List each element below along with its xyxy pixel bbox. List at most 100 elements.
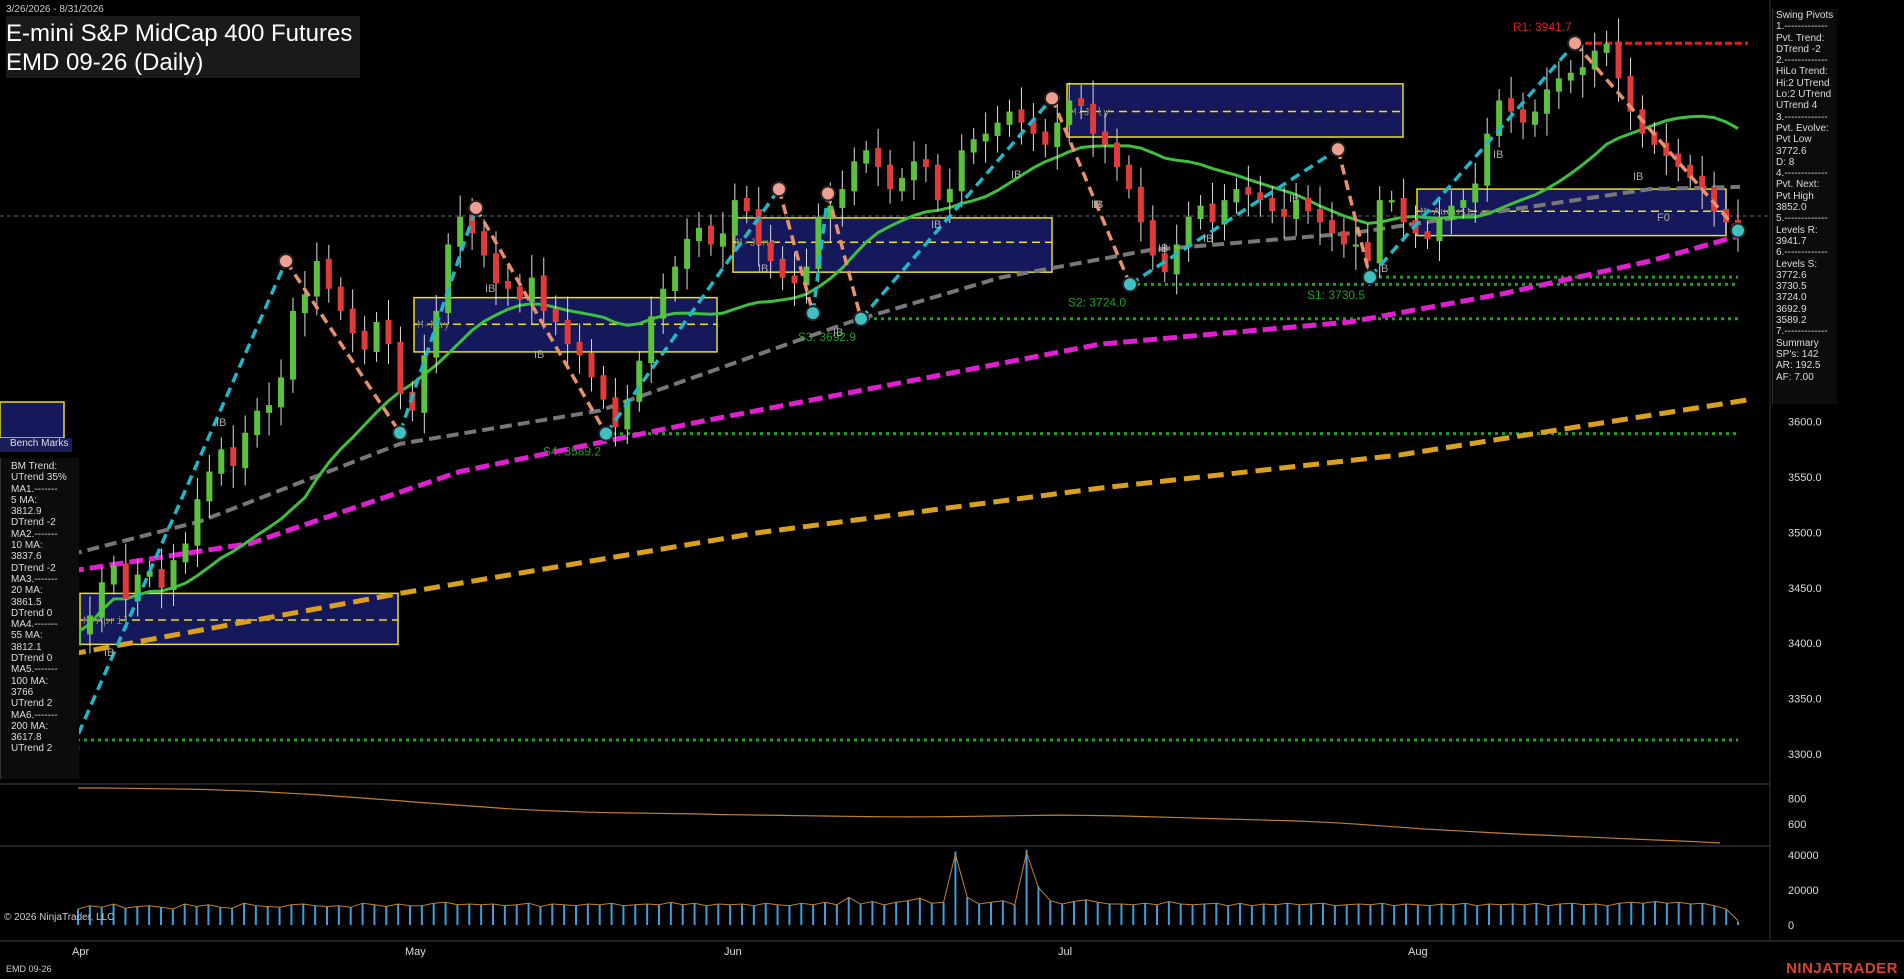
candle-body bbox=[373, 322, 380, 352]
swing-high-marker bbox=[771, 181, 787, 198]
ma-100-line bbox=[69, 233, 1741, 574]
swing-high-marker bbox=[278, 253, 294, 270]
ib-annotation: IB bbox=[1011, 169, 1021, 181]
candle-body bbox=[672, 266, 679, 291]
candle-body bbox=[636, 360, 643, 402]
bench-marks-line: 3861.5 bbox=[11, 596, 42, 608]
candle-body bbox=[863, 150, 870, 164]
y-tick-label: 3400.0 bbox=[1788, 638, 1822, 650]
swing-low-marker bbox=[805, 305, 821, 322]
candle-body bbox=[1113, 142, 1120, 167]
y-tick-label: 3500.0 bbox=[1788, 527, 1822, 539]
candle-body bbox=[588, 353, 595, 378]
bench-marks-line: UTrend 35% bbox=[11, 472, 67, 484]
candle-body bbox=[1328, 220, 1335, 234]
bench-marks-line: DTrend -2 bbox=[11, 562, 56, 574]
candle-body bbox=[481, 231, 488, 256]
candle-body bbox=[361, 330, 368, 350]
swing-pivots-line: DTrend -2 bbox=[1776, 43, 1821, 55]
swing-pivots-line: 3772.6 bbox=[1776, 269, 1807, 281]
bench-marks-line: UTrend 2 bbox=[11, 698, 53, 710]
swing-high-marker bbox=[1330, 141, 1346, 158]
candle-body bbox=[946, 189, 953, 203]
candle-body bbox=[958, 150, 965, 192]
ib-annotation: IB bbox=[534, 349, 544, 361]
x-tick-label: Aug bbox=[1408, 946, 1428, 958]
candle-body bbox=[743, 197, 750, 212]
candle-body bbox=[707, 225, 714, 245]
candle-body bbox=[1066, 100, 1073, 125]
y-tick-label: 3550.0 bbox=[1788, 472, 1822, 484]
candle-body bbox=[1233, 189, 1240, 203]
candle-body bbox=[875, 148, 882, 167]
candle-body bbox=[922, 159, 929, 167]
y-tick-label: 3600.0 bbox=[1788, 417, 1822, 429]
swing-pivots-line: 3589.2 bbox=[1776, 315, 1807, 327]
candle-body bbox=[1245, 186, 1252, 195]
candle-body bbox=[600, 375, 607, 400]
bench-marks-line: 5 MA: bbox=[11, 494, 38, 506]
candle-body bbox=[1125, 164, 1132, 190]
volume-tick-label: 0 bbox=[1788, 920, 1794, 932]
price-chart[interactable]: 3300.0 3350.0 3400.0 3450.0 3500.0 3550.0 3600… bbox=[0, 0, 1904, 979]
f0-annotation: F0 bbox=[1657, 212, 1670, 224]
candle-body bbox=[767, 242, 774, 262]
candle-body bbox=[1305, 197, 1312, 212]
swing-pivots-line: Pvt. Trend: bbox=[1776, 32, 1825, 44]
candle-body bbox=[1054, 122, 1061, 147]
candle-body bbox=[1006, 111, 1013, 125]
candle-body bbox=[1531, 111, 1538, 125]
candle-body bbox=[564, 319, 571, 345]
swing-low-marker bbox=[392, 424, 408, 441]
chart-title: E-mini S&P MidCap 400 Futures bbox=[6, 20, 353, 47]
candle-body bbox=[576, 341, 583, 356]
bench-marks-line: 10 MA: bbox=[11, 540, 43, 552]
candle-body bbox=[1018, 109, 1025, 123]
support-label: S3: 3692.9 bbox=[798, 330, 856, 344]
candle-body bbox=[1388, 200, 1395, 203]
candle-body bbox=[337, 286, 344, 311]
swing-pivots-line: SP's: 142 bbox=[1776, 348, 1819, 360]
volume-tick-label: 20000 bbox=[1788, 885, 1819, 897]
value-area-label: M-July bbox=[1070, 108, 1110, 120]
swing-pivots-line: Lo:2 UTrend bbox=[1776, 89, 1832, 101]
x-tick-label: May bbox=[405, 946, 426, 958]
candle-body bbox=[791, 275, 798, 284]
swing-low-marker bbox=[1122, 276, 1138, 293]
date-range: 3/26/2026 - 8/31/2026 bbox=[6, 4, 104, 15]
swing-pivots-line: 7.------------- bbox=[1776, 326, 1828, 338]
swing-pivots-line: 3772.6 bbox=[1776, 145, 1807, 157]
bench-marks-line: DTrend 0 bbox=[11, 607, 53, 619]
candle-body bbox=[397, 341, 404, 394]
swing-pivots-line: 3941.7 bbox=[1776, 235, 1807, 247]
candle-body bbox=[1269, 197, 1276, 212]
candle-body bbox=[696, 227, 703, 242]
x-tick-label: Apr bbox=[72, 946, 89, 958]
candle-body bbox=[1579, 67, 1586, 75]
candle-body bbox=[779, 258, 786, 278]
candle-body bbox=[301, 294, 308, 314]
candle-body bbox=[1078, 98, 1085, 106]
candle-body bbox=[1460, 200, 1467, 208]
candle-body bbox=[206, 471, 213, 502]
candle-body bbox=[970, 139, 977, 153]
bench-marks-line: 3837.6 bbox=[11, 551, 42, 563]
candle-body bbox=[1400, 197, 1407, 223]
swing-high-marker bbox=[468, 199, 484, 216]
ib-annotation: IB bbox=[1093, 199, 1103, 211]
swing-pivots-line: 3692.9 bbox=[1776, 303, 1807, 315]
swing-high-marker bbox=[1044, 90, 1060, 107]
candle-body bbox=[660, 288, 667, 319]
candle-body bbox=[266, 405, 273, 413]
candle-body bbox=[313, 261, 320, 297]
bench-marks-line: MA5.------- bbox=[11, 664, 58, 676]
swing-pivots-line: 3.------------- bbox=[1776, 111, 1828, 123]
swing-pivots-line: Pvt Low bbox=[1776, 134, 1812, 146]
candle-body bbox=[1102, 131, 1109, 145]
candle-body bbox=[182, 543, 189, 563]
swing-pivots-line: Hi:2 UTrend bbox=[1776, 77, 1830, 89]
candle-body bbox=[1149, 220, 1156, 256]
candle-body bbox=[1281, 209, 1288, 217]
candle-body bbox=[349, 308, 356, 334]
bench-marks-panel: BM Trend: UTrend 35% MA1.------- 5 MA: 3812.… bbox=[0, 458, 79, 779]
